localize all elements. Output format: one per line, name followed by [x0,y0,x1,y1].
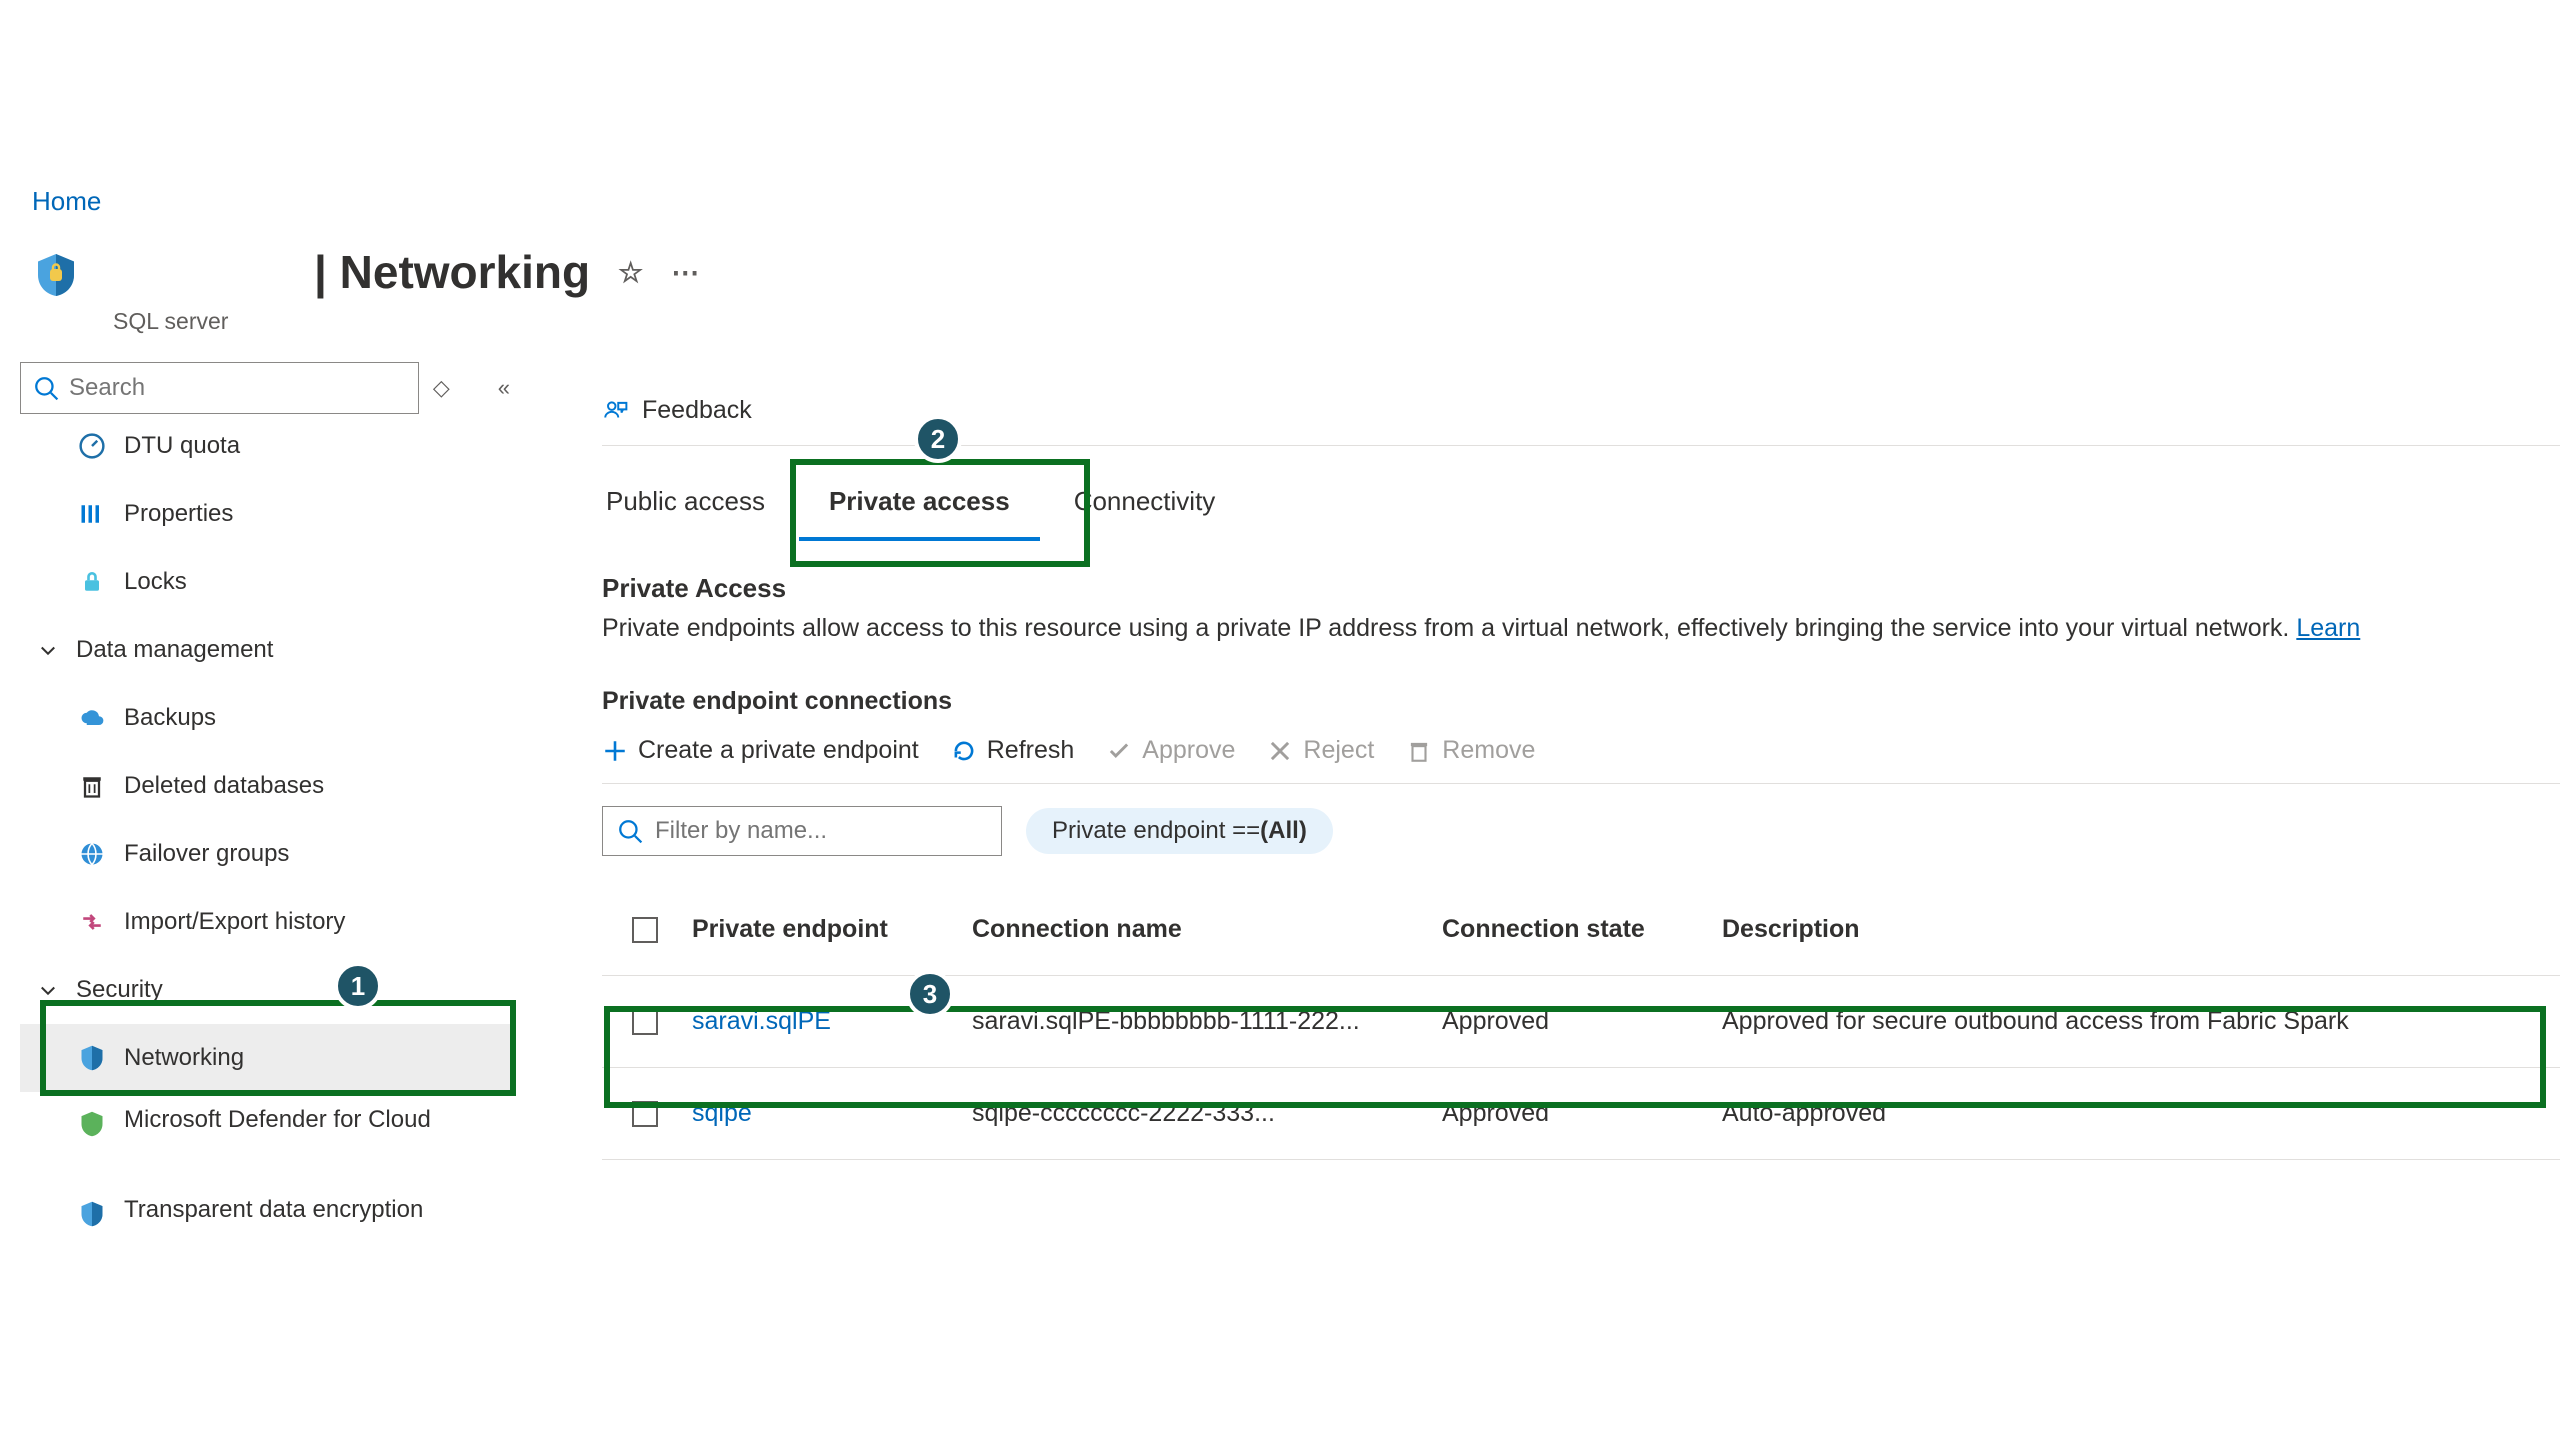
sidebar-section-label: Security [76,976,163,1004]
sidebar-item-label: DTU quota [124,432,510,460]
select-all-checkbox[interactable] [632,917,658,943]
globe-icon [78,840,106,868]
filter-by-name-input[interactable] [655,817,987,845]
sidebar-item-properties[interactable]: Properties [20,480,510,548]
chevron-down-icon [38,640,58,660]
shield-icon [78,1200,106,1228]
sidebar-search-input[interactable] [69,374,406,402]
sidebar-item-deleted-databases[interactable]: Deleted databases [20,752,510,820]
remove-button: Remove [1406,736,1535,765]
col-description[interactable]: Description [1722,915,2522,944]
sidebar-item-tde[interactable]: Transparent data encryption [20,1182,510,1272]
sidebar-item-label: Networking [124,1044,510,1072]
resource-type-label: SQL server [113,308,228,335]
tab-connectivity[interactable]: Connectivity [1070,478,1220,541]
sidebar-section-data-management[interactable]: Data management [20,616,510,684]
step-badge-2: 2 [914,415,962,463]
col-private-endpoint[interactable]: Private endpoint [692,915,972,944]
sidebar-item-label: Failover groups [124,840,510,868]
favorite-star-icon[interactable]: ☆ [618,256,643,289]
plus-icon [602,738,628,764]
action-label: Refresh [987,736,1075,765]
tab-private-access[interactable]: Private access [799,478,1040,541]
x-icon [1267,738,1293,764]
sidebar-item-label: Microsoft Defender for Cloud [124,1104,510,1136]
sidebar-item-label: Import/Export history [124,908,510,936]
filter-pill-private-endpoint[interactable]: Private endpoint == (All) [1026,808,1333,854]
sidebar-item-backups[interactable]: Backups [20,684,510,752]
sidebar-item-label: Properties [124,500,510,528]
properties-icon [78,500,106,528]
search-icon [617,818,643,844]
step-badge-1: 1 [334,962,382,1010]
expand-icon[interactable]: ◇ [433,375,450,401]
sql-server-icon [32,251,80,299]
step-badge-3: 3 [906,970,954,1018]
more-actions-icon[interactable]: ⋯ [671,256,699,289]
row-checkbox[interactable] [632,1009,658,1035]
private-endpoint-link[interactable]: sqlpe [692,1099,972,1128]
reject-button: Reject [1267,736,1374,765]
sidebar-item-label: Locks [124,568,510,596]
tab-public-access[interactable]: Public access [602,478,769,541]
table-row[interactable]: saravi.sqlPE saravi.sqlPE-bbbbbbbb-1111-… [602,976,2560,1068]
gauge-icon [78,432,106,460]
cell-connection-name: sqlpe-cccccccc-2222-333... [972,1099,1442,1128]
learn-more-link[interactable]: Learn [2296,614,2360,642]
collapse-sidebar-icon[interactable]: « [498,375,510,401]
check-icon [1106,738,1132,764]
sidebar-item-import-export[interactable]: Import/Export history [20,888,510,956]
cloud-icon [78,704,106,732]
row-checkbox[interactable] [632,1101,658,1127]
private-endpoint-connections-heading: Private endpoint connections [602,687,2560,716]
sidebar-item-dtu-quota[interactable]: DTU quota [20,422,510,480]
action-label: Remove [1442,736,1535,765]
refresh-button[interactable]: Refresh [951,736,1075,765]
feedback-icon [602,398,628,424]
cell-connection-state: Approved [1442,1007,1722,1036]
cell-description: Approved for secure outbound access from… [1722,1007,2522,1036]
trash-icon [1406,738,1432,764]
filter-by-name-wrap[interactable] [602,806,1002,856]
sidebar-item-failover-groups[interactable]: Failover groups [20,820,510,888]
sidebar-item-locks[interactable]: Locks [20,548,510,616]
page-title: | Networking [314,245,590,299]
chevron-down-icon [38,980,58,1000]
filter-pill-prefix: Private endpoint == [1052,817,1260,845]
import-export-icon [78,908,106,936]
sidebar-item-defender[interactable]: Microsoft Defender for Cloud [20,1092,510,1182]
sidebar-item-label: Backups [124,704,510,732]
action-label: Reject [1303,736,1374,765]
sidebar-item-label: Deleted databases [124,772,510,800]
sidebar-item-label: Transparent data encryption [124,1194,510,1226]
sidebar-search[interactable] [20,362,419,414]
approve-button: Approve [1106,736,1235,765]
table-row[interactable]: sqlpe sqlpe-cccccccc-2222-333... Approve… [602,1068,2560,1160]
trash-icon [78,772,106,800]
sidebar-item-networking[interactable]: Networking [20,1024,510,1092]
private-access-heading: Private Access [602,573,2560,604]
action-label: Create a private endpoint [638,736,919,765]
cell-description: Auto-approved [1722,1099,2522,1128]
cell-connection-state: Approved [1442,1099,1722,1128]
sidebar-section-security[interactable]: Security [20,956,510,1024]
col-connection-name[interactable]: Connection name [972,915,1442,944]
sidebar-section-label: Data management [76,636,273,664]
filter-pill-value: (All) [1260,817,1307,845]
breadcrumb-home[interactable]: Home [32,186,101,217]
cell-connection-name: saravi.sqlPE-bbbbbbbb-1111-222... [972,1007,1442,1036]
create-private-endpoint-button[interactable]: Create a private endpoint [602,736,919,765]
refresh-icon [951,738,977,764]
lock-icon [78,568,106,596]
search-icon [33,375,59,401]
private-access-description: Private endpoints allow access to this r… [602,614,2560,643]
feedback-button[interactable]: Feedback [642,396,752,425]
action-label: Approve [1142,736,1235,765]
shield-icon [78,1044,106,1072]
table-header: Private endpoint Connection name Connect… [602,884,2560,976]
shield-check-icon [78,1110,106,1138]
col-connection-state[interactable]: Connection state [1442,915,1722,944]
